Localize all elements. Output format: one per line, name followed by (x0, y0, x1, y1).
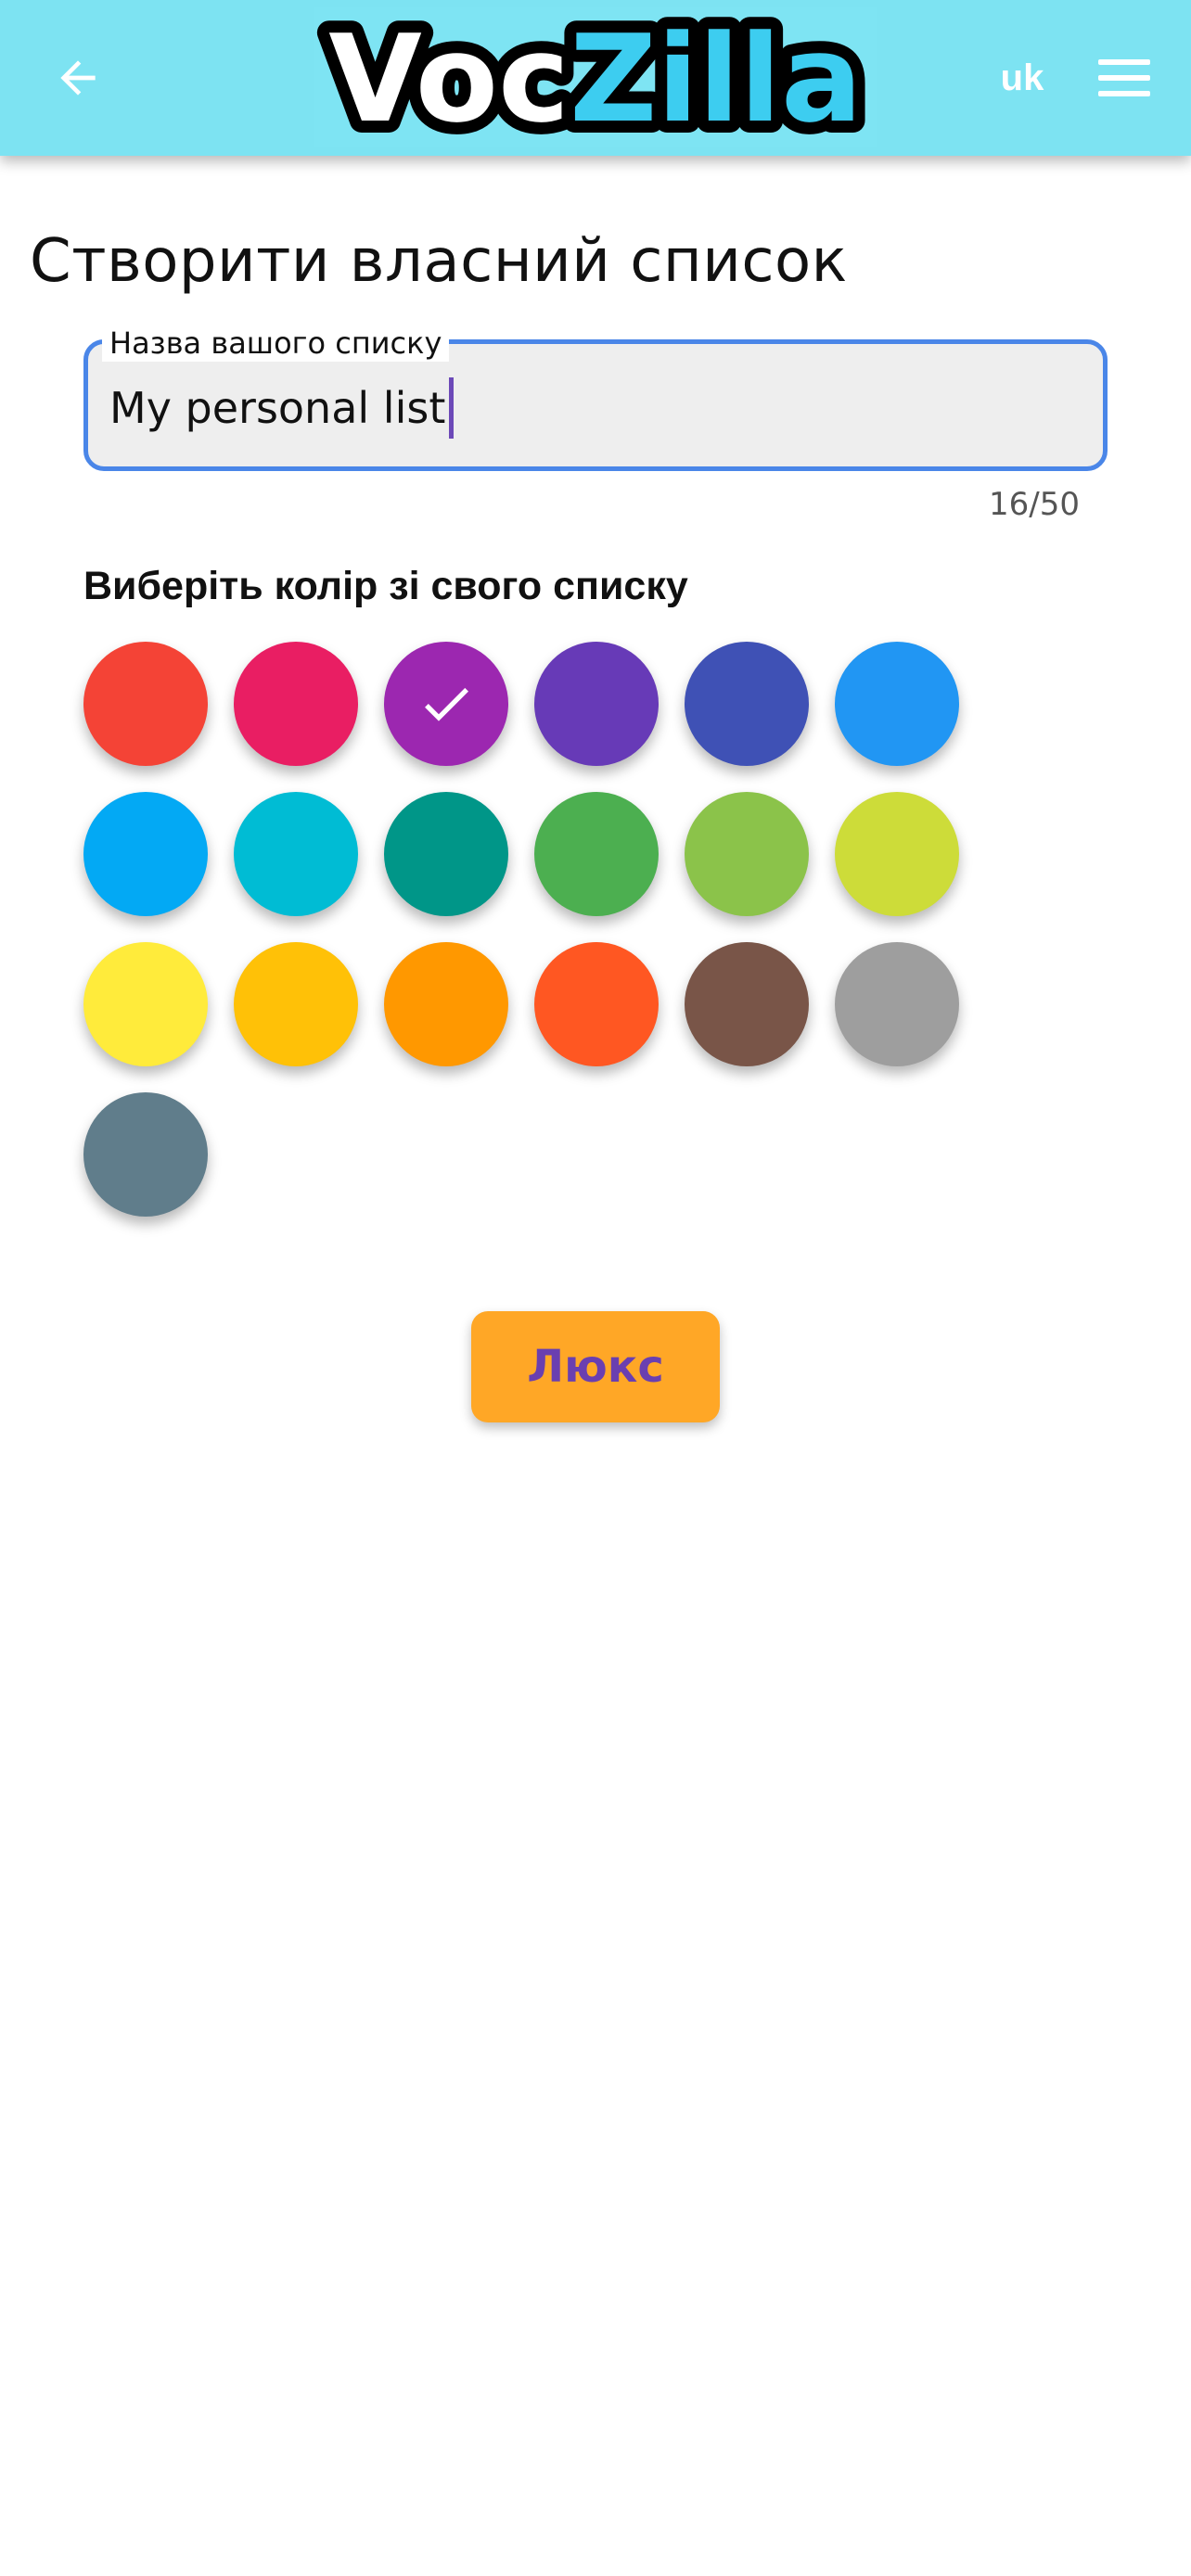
color-swatch[interactable] (835, 792, 959, 916)
color-picker-heading: Виберіть колір зі свого списку (83, 564, 688, 608)
page-title: Створити власний список (30, 227, 848, 296)
color-swatch[interactable] (384, 792, 508, 916)
color-swatch[interactable] (534, 642, 659, 766)
color-swatch[interactable] (685, 642, 809, 766)
color-swatch[interactable] (234, 942, 358, 1066)
color-swatch[interactable] (234, 642, 358, 766)
color-swatch[interactable] (835, 642, 959, 766)
color-swatch[interactable] (384, 642, 508, 766)
color-swatch[interactable] (83, 792, 208, 916)
character-counter: 16/50 (989, 486, 1080, 523)
color-swatch[interactable] (534, 792, 659, 916)
color-swatch[interactable] (685, 792, 809, 916)
arrow-left-icon (60, 60, 96, 96)
back-button[interactable] (41, 41, 115, 115)
luxe-button[interactable]: Люкс (471, 1311, 720, 1422)
color-swatch[interactable] (83, 642, 208, 766)
color-swatch[interactable] (384, 942, 508, 1066)
text-cursor (449, 377, 455, 439)
check-icon (425, 687, 468, 721)
list-name-input[interactable]: My personal list (109, 377, 1056, 439)
app-bar: VocZilla VocZilla uk (0, 0, 1191, 156)
color-swatch[interactable] (83, 942, 208, 1066)
hamburger-menu-icon (1098, 59, 1150, 96)
color-swatch[interactable] (83, 1092, 208, 1217)
svg-text:VocZilla: VocZilla (328, 8, 863, 147)
language-selector[interactable]: uk (985, 54, 1059, 102)
color-swatch[interactable] (685, 942, 809, 1066)
list-name-label: Назва вашого списку (102, 325, 450, 362)
list-name-value: My personal list (109, 383, 446, 433)
color-swatch[interactable] (534, 942, 659, 1066)
color-swatch[interactable] (835, 942, 959, 1066)
voczilla-logo: VocZilla VocZilla (314, 7, 877, 147)
menu-button[interactable] (1091, 50, 1158, 106)
color-swatch[interactable] (234, 792, 358, 916)
